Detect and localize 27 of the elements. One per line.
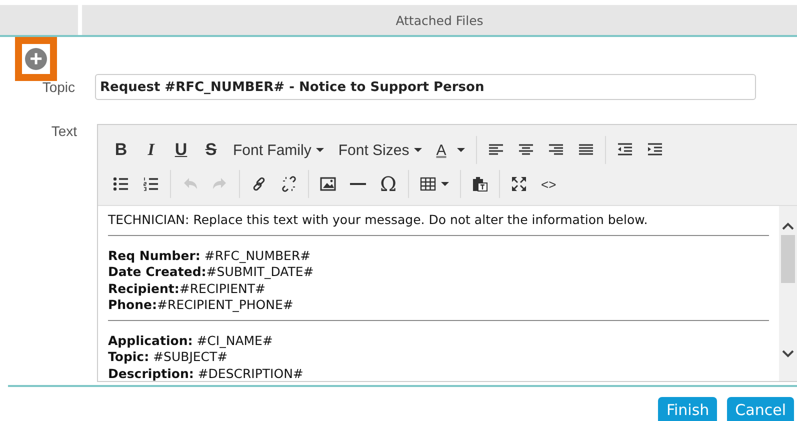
font-dropdown[interactable]: Font Family (226, 136, 332, 164)
scroll-up-icon[interactable] (781, 221, 795, 231)
tab[interactable]: Attached Files (82, 5, 797, 35)
table-icon (420, 176, 436, 192)
add-button[interactable]: + (15, 37, 57, 81)
underline-button[interactable]: U (166, 136, 196, 164)
message-line: Req Number: #RFC_NUMBER# (108, 248, 312, 264)
italic-button[interactable]: I (136, 136, 166, 164)
source-code-button[interactable]: <> (534, 170, 564, 198)
text-color-button[interactable]: A (429, 136, 472, 164)
text-label: Text (50, 123, 78, 139)
scrollbar[interactable] (779, 206, 797, 381)
scroll-thumb[interactable] (781, 235, 795, 283)
bold-button[interactable]: B (106, 136, 136, 164)
message-line: Date Created:#SUBMIT_DATE# (108, 264, 315, 280)
topic-field[interactable]: Request #RFC_NUMBER# - Notice to Support Person (95, 74, 756, 100)
special-character-button[interactable]: Ω (373, 170, 404, 198)
message-line: Phone:#RECIPIENT_PHONE# (108, 297, 294, 314)
message-line: TECHNICIAN: Replace this text with your message. Do not alter the information below. (108, 212, 649, 228)
message-line: Recipient:#RECIPIENT# (108, 280, 266, 297)
topic-label: Topic (41, 79, 76, 95)
scroll-down-icon[interactable] (781, 349, 795, 359)
strikethrough-button[interactable]: S (196, 136, 226, 164)
message-line: Application: #CI_NAME# (108, 332, 274, 349)
message-line: Description: #DESCRIPTION# (108, 366, 304, 381)
font-dropdown[interactable]: Font Sizes (331, 136, 430, 164)
message-line: Topic: #SUBJECT# (108, 349, 229, 366)
